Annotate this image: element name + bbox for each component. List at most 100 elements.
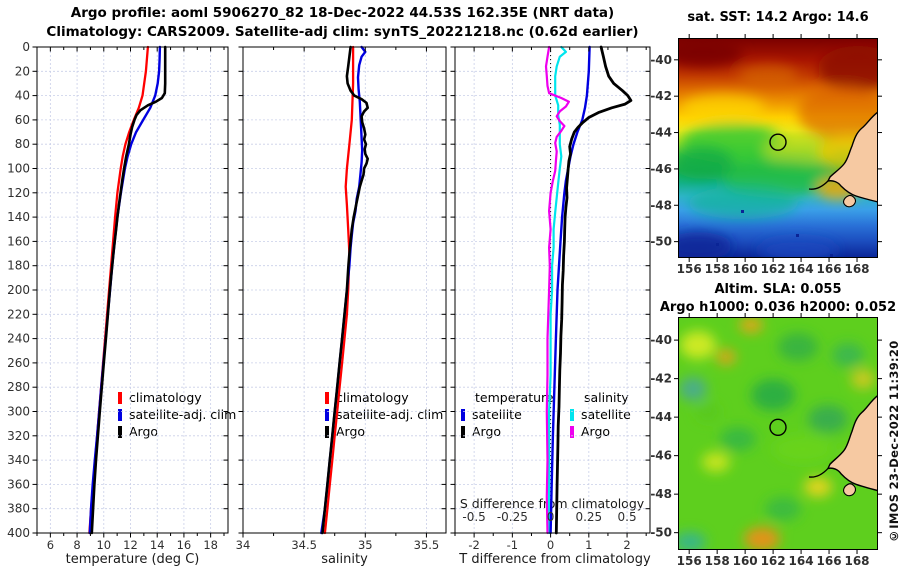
depth-tick-label: 100 xyxy=(7,162,30,176)
depth-tick-label: 220 xyxy=(7,307,30,321)
latitude-tick-label: -48 xyxy=(650,198,672,212)
temperature-legend: climatology satellite-adj. clim Argo xyxy=(118,389,236,440)
legend-swatch xyxy=(325,391,329,404)
legend-item: Argo xyxy=(118,423,236,440)
depth-tick-label: 240 xyxy=(7,332,30,346)
legend-swatch xyxy=(570,408,574,421)
latitude-tick-label: -42 xyxy=(650,372,672,386)
legend-swatch xyxy=(570,425,574,438)
page-title-line2: Climatology: CARS2009. Satellite-adj cli… xyxy=(46,24,639,40)
longitude-tick-label: 156 xyxy=(677,554,702,568)
depth-tick-label: 300 xyxy=(7,405,30,419)
depth-tick-label: 120 xyxy=(7,186,30,200)
legend-label: satellite xyxy=(581,407,631,422)
legend-label: satellite-adj. clim xyxy=(336,407,444,422)
t-difference-legend-temperature: temperature satellite Argo xyxy=(461,389,554,440)
depth-tick-label: 200 xyxy=(7,283,30,297)
argo-profile-report: Argo profile: aoml 5906270_82 18-Dec-202… xyxy=(0,0,900,580)
depth-tick-label: 80 xyxy=(15,137,30,151)
legend-group-header: temperature xyxy=(475,390,554,405)
depth-tick-label: 40 xyxy=(15,89,30,103)
tick-label: 8 xyxy=(73,538,80,552)
legend-item: satellite xyxy=(570,406,631,423)
depth-tick-label: 60 xyxy=(15,113,30,127)
tick-label: 35.5 xyxy=(414,538,440,552)
tick-label: 6 xyxy=(47,538,54,552)
legend-item: satellite-adj. clim xyxy=(325,406,443,423)
legend-label: Argo xyxy=(129,424,159,439)
page-title-line1: Argo profile: aoml 5906270_82 18-Dec-202… xyxy=(70,5,615,21)
depth-tick-label: 20 xyxy=(15,64,30,78)
latitude-tick-label: -44 xyxy=(650,410,672,424)
tick-label: 34 xyxy=(236,538,251,552)
latitude-tick-label: -50 xyxy=(650,235,672,249)
tick-label: 16 xyxy=(177,538,192,552)
latitude-tick-label: -46 xyxy=(650,449,672,463)
legend-label: climatology xyxy=(336,390,409,405)
legend-swatch xyxy=(325,425,329,438)
tick-label: -2 xyxy=(468,538,479,552)
longitude-tick-label: 156 xyxy=(677,262,702,276)
longitude-tick-label: 164 xyxy=(789,262,814,276)
longitude-tick-label: 160 xyxy=(733,554,758,568)
tick-label: 0 xyxy=(547,538,554,552)
legend-swatch xyxy=(461,408,465,421)
legend-item: Argo xyxy=(570,423,631,440)
depth-tick-label: 360 xyxy=(7,477,30,491)
tick-label: 12 xyxy=(123,538,138,552)
legend-label: satellite xyxy=(472,407,522,422)
longitude-tick-label: 158 xyxy=(705,262,730,276)
legend-swatch xyxy=(325,408,329,421)
longitude-tick-label: 168 xyxy=(844,554,869,568)
legend-item: Argo xyxy=(325,423,443,440)
longitude-tick-label: 162 xyxy=(761,262,786,276)
depth-tick-label: 160 xyxy=(7,234,30,248)
legend-item: climatology xyxy=(118,389,236,406)
tick-label: 10 xyxy=(96,538,111,552)
longitude-tick-label: 164 xyxy=(789,554,814,568)
legend-item: satellite-adj. clim xyxy=(118,406,236,423)
latitude-tick-label: -46 xyxy=(650,162,672,176)
latitude-tick-label: -40 xyxy=(650,53,672,67)
legend-swatch xyxy=(118,408,122,421)
depth-tick-label: 340 xyxy=(7,453,30,467)
legend-swatch xyxy=(118,425,122,438)
sst-map xyxy=(678,38,878,258)
t-difference-legend-salinity: salinity satellite Argo xyxy=(570,389,631,440)
legend-item: climatology xyxy=(325,389,443,406)
tick-label: 14 xyxy=(150,538,165,552)
sst-map-title: sat. SST: 14.2 Argo: 14.6 xyxy=(687,10,869,25)
salinity-legend: climatology satellite-adj. clim Argo xyxy=(325,389,443,440)
longitude-tick-label: 166 xyxy=(817,554,842,568)
tick-label: 2 xyxy=(623,538,630,552)
longitude-tick-label: 160 xyxy=(733,262,758,276)
latitude-tick-label: -40 xyxy=(650,333,672,347)
legend-swatch xyxy=(461,425,465,438)
depth-tick-label: 280 xyxy=(7,380,30,394)
s-difference-axis-label: S difference from climatology xyxy=(459,496,645,511)
depth-tick-label: 380 xyxy=(7,502,30,516)
tick-label: 1 xyxy=(585,538,592,552)
latitude-tick-label: -42 xyxy=(650,89,672,103)
depth-tick-label: 140 xyxy=(7,210,30,224)
tick-label: 35 xyxy=(358,538,373,552)
depth-tick-label: 180 xyxy=(7,259,30,273)
temperature-axis-label: temperature (deg C) xyxy=(65,552,200,567)
legend-item: Argo xyxy=(461,423,554,440)
longitude-tick-label: 166 xyxy=(817,262,842,276)
legend-label: climatology xyxy=(129,390,202,405)
legend-swatch xyxy=(118,391,122,404)
sla-map xyxy=(678,317,878,550)
depth-tick-label: 400 xyxy=(7,526,30,540)
legend-label: Argo xyxy=(472,424,502,439)
latitude-tick-label: -48 xyxy=(650,487,672,501)
t-difference-axis-label: T difference from climatology xyxy=(459,552,651,567)
legend-item: satellite xyxy=(461,406,554,423)
sla-map-title-line2: Argo h1000: 0.036 h2000: 0.052 xyxy=(659,300,897,315)
latitude-tick-label: -50 xyxy=(650,526,672,540)
latitude-tick-label: -44 xyxy=(650,126,672,140)
salinity-panel xyxy=(243,47,446,533)
longitude-tick-label: 158 xyxy=(705,554,730,568)
depth-tick-label: 320 xyxy=(7,429,30,443)
sla-map-title-line1: Altim. SLA: 0.055 xyxy=(714,282,842,297)
